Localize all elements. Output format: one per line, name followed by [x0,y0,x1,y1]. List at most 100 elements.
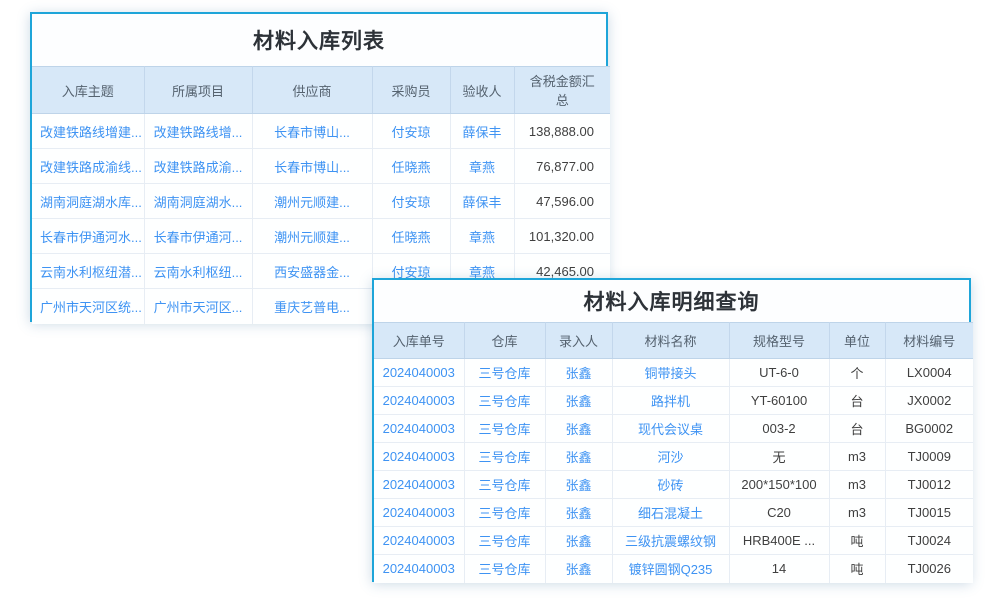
cell: 003-2 [729,415,829,443]
cell-link[interactable]: 2024040003 [374,555,464,583]
cell-link[interactable]: 改建铁路成渝... [144,149,252,184]
column-header: 含税金额汇总 [514,67,610,114]
table-row: 2024040003三号仓库张鑫铜带接头UT-6-0个LX0004 [374,359,973,387]
cell-link[interactable]: 改建铁路成渝线... [32,149,144,184]
cell-link[interactable]: 湖南洞庭湖水库... [32,184,144,219]
cell-link[interactable]: 广州市天河区... [144,289,252,324]
cell: TJ0009 [885,443,973,471]
cell-link[interactable]: 2024040003 [374,443,464,471]
material-inbound-list-panel: 材料入库列表 入库主题所属项目供应商采购员验收人含税金额汇总改建铁路线增建...… [30,12,608,322]
cell: m3 [829,471,885,499]
cell-link[interactable]: 三号仓库 [464,527,545,555]
cell-link[interactable]: 张鑫 [545,555,612,583]
cell-link[interactable]: 长春市博山... [252,149,372,184]
cell: JX0002 [885,387,973,415]
cell-link[interactable]: 砂砖 [612,471,729,499]
cell-link[interactable]: 张鑫 [545,359,612,387]
cell-link[interactable]: 2024040003 [374,527,464,555]
cell-link[interactable]: 河沙 [612,443,729,471]
cell-link[interactable]: 改建铁路线增... [144,114,252,149]
cell: TJ0026 [885,555,973,583]
cell-link[interactable]: 重庆艺普电... [252,289,372,324]
column-header: 仓库 [464,323,545,359]
column-header: 入库主题 [32,67,144,114]
cell-link[interactable]: 云南水利枢纽... [144,254,252,289]
cell-link[interactable]: 任晓燕 [372,219,450,254]
cell-link[interactable]: 三号仓库 [464,471,545,499]
cell: 无 [729,443,829,471]
cell-link[interactable]: 付安琼 [372,184,450,219]
cell: 个 [829,359,885,387]
cell-link[interactable]: 三号仓库 [464,415,545,443]
cell: YT-60100 [729,387,829,415]
table-row: 2024040003三号仓库张鑫砂砖200*150*100m3TJ0012 [374,471,973,499]
report-canvas: 材料入库列表 入库主题所属项目供应商采购员验收人含税金额汇总改建铁路线增建...… [0,0,1000,600]
cell: 台 [829,387,885,415]
cell-link[interactable]: 章燕 [450,219,514,254]
cell-link[interactable]: 张鑫 [545,471,612,499]
cell: TJ0012 [885,471,973,499]
cell-link[interactable]: 任晓燕 [372,149,450,184]
table-header-row: 入库主题所属项目供应商采购员验收人含税金额汇总 [32,67,610,114]
cell-link[interactable]: 章燕 [450,149,514,184]
cell-link[interactable]: 潮州元顺建... [252,184,372,219]
cell-link[interactable]: 薛保丰 [450,184,514,219]
cell-link[interactable]: 2024040003 [374,471,464,499]
column-header: 录入人 [545,323,612,359]
cell-link[interactable]: 张鑫 [545,443,612,471]
table-row: 湖南洞庭湖水库...湖南洞庭湖水...潮州元顺建...付安琼薛保丰47,596.… [32,184,610,219]
cell: BG0002 [885,415,973,443]
cell-link[interactable]: 长春市博山... [252,114,372,149]
cell-link[interactable]: 2024040003 [374,359,464,387]
cell-link[interactable]: 改建铁路线增建... [32,114,144,149]
cell: 吨 [829,527,885,555]
cell-link[interactable]: 2024040003 [374,387,464,415]
table-row: 2024040003三号仓库张鑫镀锌圆钢Q23514吨TJ0026 [374,555,973,583]
cell-link[interactable]: 2024040003 [374,499,464,527]
cell-link[interactable]: 镀锌圆钢Q235 [612,555,729,583]
cell-link[interactable]: 三号仓库 [464,387,545,415]
cell-link[interactable]: 三号仓库 [464,555,545,583]
cell-link[interactable]: 张鑫 [545,387,612,415]
cell: m3 [829,443,885,471]
column-header: 单位 [829,323,885,359]
column-header: 供应商 [252,67,372,114]
cell-link[interactable]: 潮州元顺建... [252,219,372,254]
material-inbound-list-title: 材料入库列表 [32,14,606,66]
cell-link[interactable]: 三号仓库 [464,359,545,387]
material-inbound-detail-table: 入库单号仓库录入人材料名称规格型号单位材料编号2024040003三号仓库张鑫铜… [374,322,973,583]
cell-link[interactable]: 三号仓库 [464,443,545,471]
table-row: 2024040003三号仓库张鑫现代会议桌003-2台BG0002 [374,415,973,443]
cell: 47,596.00 [514,184,610,219]
cell-link[interactable]: 长春市伊通河水... [32,219,144,254]
cell: 200*150*100 [729,471,829,499]
cell: TJ0024 [885,527,973,555]
cell-link[interactable]: 2024040003 [374,415,464,443]
cell-link[interactable]: 西安盛器金... [252,254,372,289]
cell-link[interactable]: 铜带接头 [612,359,729,387]
cell: 14 [729,555,829,583]
cell-link[interactable]: 张鑫 [545,499,612,527]
cell-link[interactable]: 张鑫 [545,415,612,443]
cell: 台 [829,415,885,443]
cell: UT-6-0 [729,359,829,387]
cell: TJ0015 [885,499,973,527]
cell: 101,320.00 [514,219,610,254]
cell-link[interactable]: 三级抗震螺纹钢 [612,527,729,555]
cell-link[interactable]: 路拌机 [612,387,729,415]
cell-link[interactable]: 三号仓库 [464,499,545,527]
cell-link[interactable]: 付安琼 [372,114,450,149]
cell-link[interactable]: 长春市伊通河... [144,219,252,254]
cell-link[interactable]: 广州市天河区统... [32,289,144,324]
cell-link[interactable]: 张鑫 [545,527,612,555]
material-inbound-detail-panel: 材料入库明细查询 入库单号仓库录入人材料名称规格型号单位材料编号20240400… [372,278,971,582]
cell-link[interactable]: 云南水利枢纽潜... [32,254,144,289]
cell-link[interactable]: 现代会议桌 [612,415,729,443]
table-row: 改建铁路成渝线...改建铁路成渝...长春市博山...任晓燕章燕76,877.0… [32,149,610,184]
cell-link[interactable]: 细石混凝土 [612,499,729,527]
cell-link[interactable]: 湖南洞庭湖水... [144,184,252,219]
table-header-row: 入库单号仓库录入人材料名称规格型号单位材料编号 [374,323,973,359]
material-inbound-detail-title: 材料入库明细查询 [374,280,969,322]
cell-link[interactable]: 薛保丰 [450,114,514,149]
table-row: 长春市伊通河水...长春市伊通河...潮州元顺建...任晓燕章燕101,320.… [32,219,610,254]
